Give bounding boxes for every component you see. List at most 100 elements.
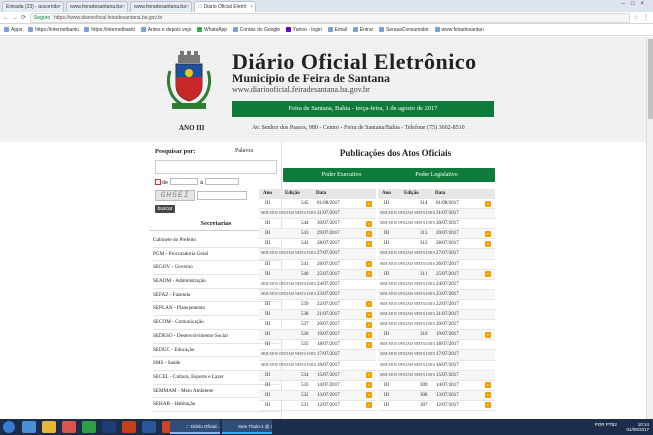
no-acts-label: SEM ATOS OFICIAIS NESTA DATA: [380, 352, 436, 357]
edition-cell: 544: [301, 221, 309, 227]
bookmark[interactable]: Email: [327, 27, 347, 33]
close-icon[interactable]: ×: [250, 4, 253, 10]
close-icon[interactable]: ×: [122, 4, 125, 10]
bookmark[interactable]: Apps: [4, 27, 22, 33]
date-from-input[interactable]: [170, 178, 199, 185]
browser-tab-active[interactable]: ::: Diário Oficial Eletrô ×: [194, 1, 256, 12]
date-cell: 17/07/2017: [317, 352, 340, 358]
date-cell: 12/07/2017: [436, 402, 459, 408]
year-cell: III: [384, 332, 389, 338]
table-row: III 540 25/07/2017 ▪: [259, 269, 376, 280]
pdf-icon[interactable]: ▪: [366, 321, 372, 328]
calendar-icon[interactable]: [155, 179, 161, 185]
table-row: III 535 18/07/2017 ▪: [259, 340, 376, 351]
taskbar-window-photoshop[interactable]: Sem Título-1 @ 3...: [222, 420, 272, 434]
poder-legislativo-button[interactable]: Poder Legislativo: [378, 168, 495, 182]
pdf-icon[interactable]: ▪: [485, 230, 491, 237]
table-row: SEM ATOS OFICIAIS NESTA DATA 31/07/2017: [259, 209, 376, 220]
pdf-icon[interactable]: ▪: [485, 402, 491, 409]
pdf-icon[interactable]: ▪: [485, 200, 491, 207]
date-cell: 13/07/2017: [317, 392, 340, 398]
date-cell: 19/07/2017: [317, 332, 340, 338]
star-icon[interactable]: ☆: [634, 14, 639, 21]
address-bar: ←→⟳ Seguro https://www.diariooficial.feir…: [0, 12, 653, 24]
pdf-icon[interactable]: ▪: [366, 372, 372, 379]
no-acts-label: SEM ATOS OFICIAIS NESTA DATA: [380, 281, 436, 286]
start-button-icon[interactable]: [3, 421, 15, 433]
table-row: III 538 21/07/2017 ▪: [259, 310, 376, 321]
browser-tab-2[interactable]: www.feiradesantana.ba ×: [66, 1, 128, 12]
edition-cell: 312: [420, 241, 428, 247]
bookmark[interactable]: www.feiradesantan: [434, 27, 484, 33]
pdf-icon[interactable]: ▪: [485, 392, 491, 399]
pdf-icon[interactable]: ▪: [366, 240, 372, 247]
date-cell: 18/07/2017: [317, 342, 340, 348]
search-input[interactable]: [155, 160, 277, 174]
bookmark[interactable]: Contas do Google: [232, 27, 280, 33]
search-option[interactable]: Palavra: [235, 148, 253, 154]
pdf-icon[interactable]: ▪: [366, 220, 372, 227]
bookmark[interactable]: Yahoo - login: [285, 27, 322, 33]
bookmark[interactable]: Antes e depois vejo: [140, 27, 191, 33]
photoshop-icon[interactable]: [102, 421, 116, 433]
chrome-icon[interactable]: [82, 421, 96, 433]
pdf-icon[interactable]: ▪: [366, 382, 372, 389]
search-button[interactable]: buscar: [155, 205, 175, 213]
pdf-icon[interactable]: ▪: [485, 331, 491, 338]
edition-cell: 311: [420, 271, 428, 277]
bookmark[interactable]: SerasaConsumidor: [379, 27, 429, 33]
clock[interactable]: 10:14 01/08/2017: [626, 422, 649, 432]
table-row: III 543 29/07/2017 ▪: [259, 229, 376, 240]
date-cell: 17/07/2017: [436, 352, 459, 358]
pdf-icon[interactable]: ▪: [366, 230, 372, 237]
media-icon[interactable]: [62, 421, 76, 433]
table-row: III 309 14/07/2017 ▪: [378, 381, 495, 391]
pdf-icon[interactable]: ▪: [366, 331, 372, 338]
nav-buttons-icon[interactable]: ←→⟳: [3, 14, 29, 21]
table-row: SEM ATOS OFICIAIS NESTA DATA 20/07/2017: [378, 320, 495, 331]
bookmark[interactable]: https://internetbanki: [84, 27, 135, 33]
bookmark[interactable]: https://internetbanki: [28, 27, 79, 33]
pdf-icon[interactable]: ▪: [366, 271, 372, 278]
pdf-icon[interactable]: ▪: [366, 261, 372, 268]
date-cell: 21/07/2017: [436, 312, 459, 318]
date-to-input[interactable]: [205, 178, 240, 185]
pdf-icon[interactable]: ▪: [366, 402, 372, 409]
pdf-icon[interactable]: ▪: [366, 392, 372, 399]
pdf-icon[interactable]: ▪: [366, 341, 372, 348]
pdf-icon[interactable]: ▪: [485, 240, 491, 247]
date-cell: 12/07/2017: [317, 402, 340, 408]
table-row: SEM ATOS OFICIAIS NESTA DATA 24/07/2017: [378, 280, 495, 290]
table-row: SEM ATOS OFICIAIS NESTA DATA 24/07/2017: [259, 280, 376, 290]
close-icon[interactable]: ×: [58, 4, 61, 10]
year-cell: III: [384, 402, 389, 408]
table-row: SEM ATOS OFICIAIS NESTA DATA 27/07/2017: [259, 249, 376, 260]
pdf-icon[interactable]: ▪: [366, 200, 372, 207]
pdf-icon[interactable]: ▪: [485, 382, 491, 389]
pdf-icon[interactable]: ▪: [366, 301, 372, 308]
url-input[interactable]: Seguro https://www.diariooficial.feirades…: [30, 13, 630, 23]
table-row: III 307 12/07/2017 ▪: [378, 401, 495, 411]
browser-tab-1[interactable]: Entrada (23) - aocorrido ×: [2, 1, 64, 12]
bookmark[interactable]: Entrar: [352, 27, 373, 33]
bookmark[interactable]: WhatsApp: [197, 27, 227, 33]
web-page: ANO III Diário Oficial Eletrônico Municí…: [0, 37, 653, 420]
taskbar-window-chrome[interactable]: ::: Diário Oficial...: [170, 420, 220, 434]
page-scrollbar[interactable]: [646, 37, 653, 420]
browser-tab-3[interactable]: www.feiradesantana.ba ×: [130, 1, 192, 12]
ie-icon[interactable]: [22, 421, 36, 433]
close-icon[interactable]: ×: [186, 4, 189, 10]
pdf-icon[interactable]: ▪: [485, 271, 491, 278]
captcha-input[interactable]: [197, 191, 247, 200]
app-icon[interactable]: [122, 421, 136, 433]
pdf-icon[interactable]: ▪: [366, 311, 372, 318]
menu-icon[interactable]: ⋮: [643, 14, 649, 21]
secure-label: Seguro: [34, 15, 51, 21]
word-icon[interactable]: [142, 421, 156, 433]
language-indicator[interactable]: POR PTB2: [595, 422, 617, 427]
folder-icon[interactable]: [42, 421, 56, 433]
table-row: SEM ATOS OFICIAIS NESTA DATA 23/07/2017: [259, 289, 376, 300]
edition-cell: 536: [301, 332, 309, 338]
window-controls[interactable]: –□×: [622, 1, 650, 7]
scrollbar-thumb[interactable]: [648, 39, 653, 119]
